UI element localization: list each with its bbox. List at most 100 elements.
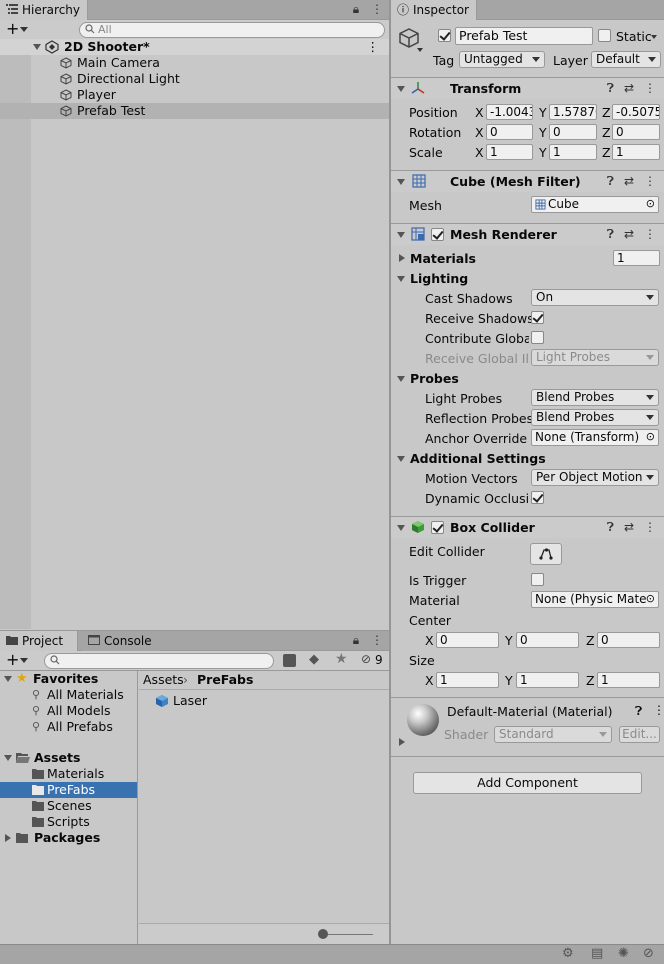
probes-label[interactable]: Probes [410, 371, 459, 386]
tab-console[interactable]: Console [82, 631, 160, 651]
hierarchy-item[interactable]: Directional Light [0, 71, 389, 87]
size-y-field[interactable]: 1 [516, 672, 579, 688]
tab-project[interactable]: Project [0, 631, 78, 651]
object-name-field[interactable]: Prefab Test [455, 27, 593, 45]
chevron-down-icon[interactable] [651, 35, 657, 39]
transform-header[interactable]: Transform ❓︎ ⇄ ⋮ [391, 77, 664, 99]
rotation-y-field[interactable]: 0 [549, 124, 597, 140]
project-search-input[interactable] [44, 653, 274, 669]
lock-icon[interactable]: 🔒︎ [353, 2, 359, 16]
assets-item[interactable]: Scripts [0, 814, 137, 830]
zoom-slider-handle[interactable] [318, 929, 328, 939]
static-checkbox[interactable] [598, 29, 611, 42]
probes-foldout[interactable] [397, 376, 405, 382]
help-icon[interactable]: ❓︎ [607, 520, 614, 534]
breadcrumb-root[interactable]: Assets [143, 672, 184, 688]
mesh-renderer-header[interactable]: Mesh Renderer ❓︎ ⇄ ⋮ [391, 223, 664, 245]
reflection-probes-dropdown[interactable]: Blend Probes [531, 409, 659, 426]
active-checkbox[interactable] [438, 29, 451, 42]
materials-label[interactable]: Materials [410, 251, 476, 266]
search-by-label-icon[interactable]: ◆ [309, 652, 319, 667]
debug-icon[interactable]: ⚙ [562, 946, 574, 961]
lighting-label[interactable]: Lighting [410, 271, 468, 286]
search-by-type-icon[interactable] [283, 654, 296, 667]
box-collider-foldout[interactable] [397, 525, 405, 531]
packages-foldout[interactable] [5, 834, 11, 842]
file-item[interactable]: Laser [139, 693, 389, 709]
favorites-item[interactable]: ⚲ All Models [0, 703, 137, 719]
presets-icon[interactable]: ⇄ [624, 520, 634, 534]
size-x-field[interactable]: 1 [436, 672, 499, 688]
additional-settings-label[interactable]: Additional Settings [410, 451, 546, 466]
mesh-renderer-enabled-checkbox[interactable] [431, 228, 444, 241]
layer-dropdown[interactable]: Default [591, 51, 661, 68]
zoom-slider-track[interactable] [323, 934, 373, 935]
motion-vectors-dropdown[interactable]: Per Object Motion [531, 469, 659, 486]
scale-x-field[interactable]: 1 [486, 144, 533, 160]
contribute-gi-checkbox[interactable] [531, 331, 544, 344]
receive-shadows-checkbox[interactable] [531, 311, 544, 324]
cast-shadows-dropdown[interactable]: On [531, 289, 659, 306]
scene-row[interactable]: 2D Shooter* ⋮ [0, 39, 389, 55]
materials-foldout[interactable] [399, 254, 405, 262]
center-x-field[interactable]: 0 [436, 632, 499, 648]
favorite-star-icon[interactable]: ★ [335, 651, 348, 667]
edit-collider-button[interactable] [530, 543, 562, 565]
packages-row[interactable]: Packages [0, 830, 137, 846]
more-icon[interactable]: ⋮ [644, 81, 656, 95]
cache-server-icon[interactable]: ▤ [591, 946, 603, 961]
hierarchy-item-selected[interactable]: Prefab Test [0, 103, 389, 119]
dynamic-occlusion-checkbox[interactable] [531, 491, 544, 504]
assets-item[interactable]: Scenes [0, 798, 137, 814]
position-z-field[interactable]: -0.5075 [612, 104, 660, 120]
more-icon[interactable]: ⋮ [644, 227, 656, 241]
help-icon[interactable]: ❓︎ [635, 704, 642, 719]
scene-more-icon[interactable]: ⋮ [367, 39, 380, 55]
mesh-filter-header[interactable]: Cube (Mesh Filter) ❓︎ ⇄ ⋮ [391, 170, 664, 192]
hierarchy-item[interactable]: Main Camera [0, 55, 389, 71]
lock-icon[interactable]: 🔒︎ [353, 633, 359, 647]
transform-foldout[interactable] [397, 86, 405, 92]
box-collider-enabled-checkbox[interactable] [431, 521, 444, 534]
favorites-row[interactable]: ★ Favorites [0, 671, 137, 687]
create-add-button[interactable]: + [6, 20, 19, 38]
mesh-filter-foldout[interactable] [397, 179, 405, 185]
rotation-x-field[interactable]: 0 [486, 124, 533, 140]
help-icon[interactable]: ❓︎ [607, 81, 614, 95]
tab-inspector[interactable]: ⓘ Inspector [391, 0, 477, 20]
rotation-z-field[interactable]: 0 [612, 124, 660, 140]
chevron-down-icon[interactable] [417, 48, 423, 52]
help-icon[interactable]: ❓︎ [607, 174, 614, 188]
check-progress-icon[interactable]: ⊘ [643, 946, 654, 961]
presets-icon[interactable]: ⇄ [624, 174, 634, 188]
is-trigger-checkbox[interactable] [531, 573, 544, 586]
object-picker-icon[interactable]: ⊙ [646, 197, 655, 211]
create-add-button[interactable]: + [6, 651, 19, 669]
auto-generate-lighting-icon[interactable]: ✺ [618, 946, 629, 961]
assets-row[interactable]: Assets [0, 750, 137, 766]
lighting-foldout[interactable] [397, 276, 405, 282]
more-icon[interactable]: ⋮ [653, 703, 664, 717]
scene-foldout[interactable] [33, 44, 41, 50]
more-icon[interactable]: ⋮ [644, 174, 656, 188]
chevron-down-icon[interactable] [20, 658, 28, 663]
presets-icon[interactable]: ⇄ [624, 227, 634, 241]
box-collider-header[interactable]: Box Collider ❓︎ ⇄ ⋮ [391, 516, 664, 538]
materials-count-field[interactable]: 1 [613, 250, 660, 266]
chevron-down-icon[interactable] [20, 27, 28, 32]
size-z-field[interactable]: 1 [597, 672, 660, 688]
light-probes-dropdown[interactable]: Blend Probes [531, 389, 659, 406]
position-y-field[interactable]: 1.57870 [549, 104, 597, 120]
breadcrumb-current[interactable]: PreFabs [197, 672, 253, 688]
physic-material-field[interactable]: None (Physic Mate ⊙ [531, 591, 659, 608]
scale-z-field[interactable]: 1 [612, 144, 660, 160]
anchor-override-field[interactable]: None (Transform) ⊙ [531, 429, 659, 446]
object-picker-icon[interactable]: ⊙ [646, 430, 655, 444]
object-picker-icon[interactable]: ⊙ [646, 592, 655, 606]
add-component-button[interactable]: Add Component [413, 772, 642, 794]
favorites-foldout[interactable] [4, 676, 12, 682]
center-z-field[interactable]: 0 [597, 632, 660, 648]
scale-y-field[interactable]: 1 [549, 144, 597, 160]
hierarchy-search-input[interactable]: All [79, 22, 385, 38]
hidden-packages-icon[interactable]: ⊘ [361, 652, 371, 666]
